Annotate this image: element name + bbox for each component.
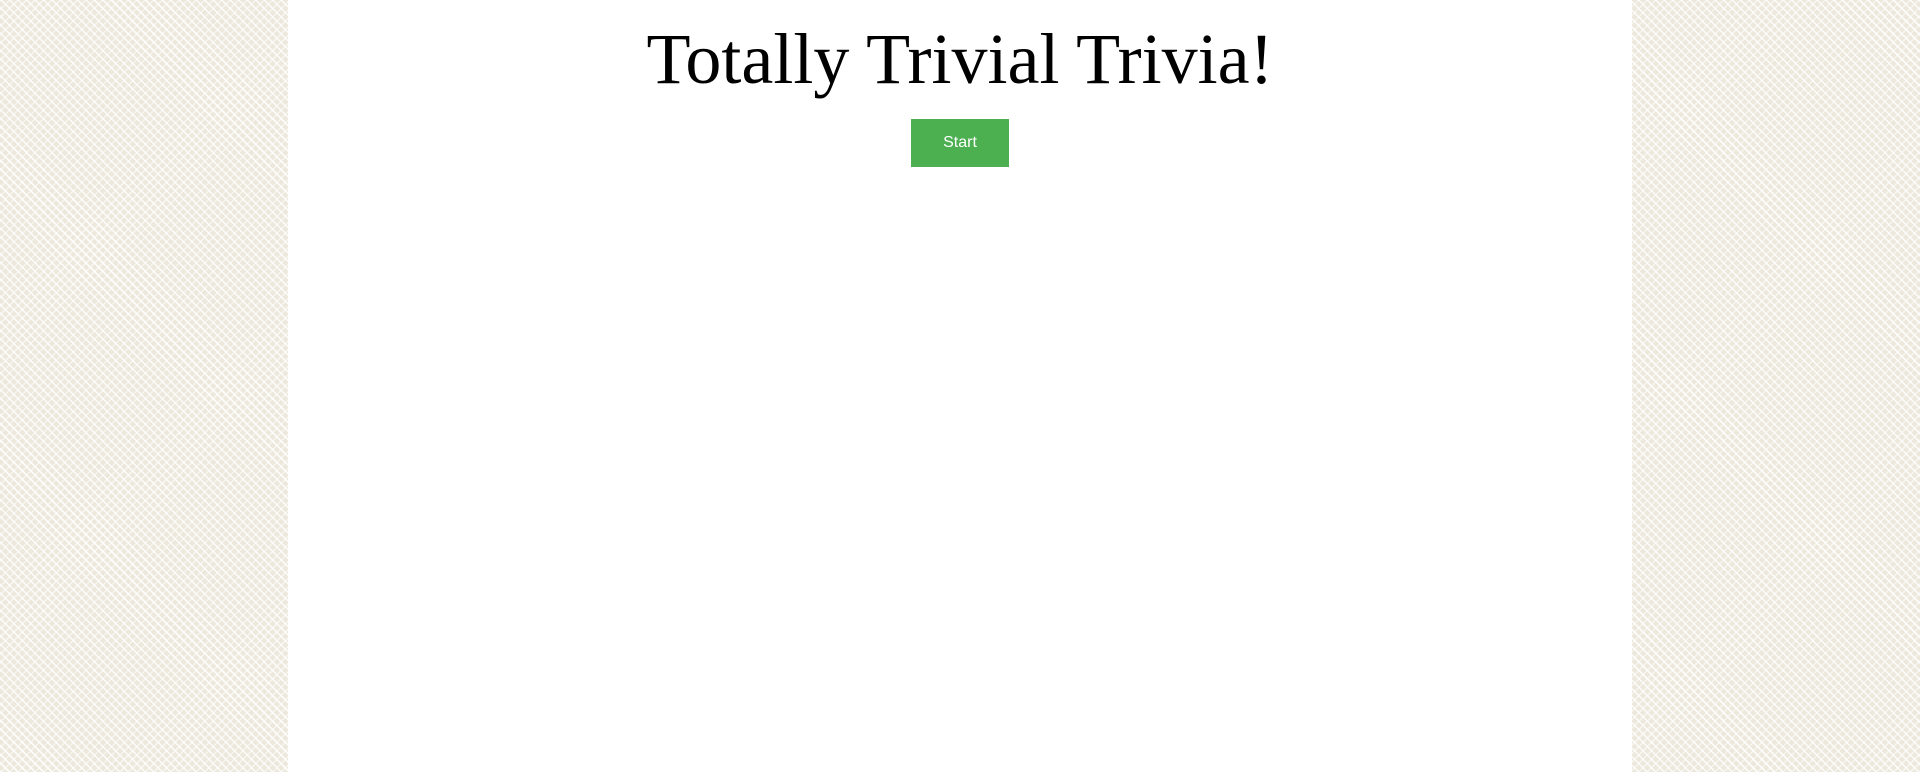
- start-button-container: Start: [288, 119, 1632, 167]
- start-button[interactable]: Start: [911, 119, 1009, 167]
- page-title: Totally Trivial Trivia!: [646, 19, 1274, 99]
- content-panel: Totally Trivial Trivia! Start: [288, 0, 1632, 772]
